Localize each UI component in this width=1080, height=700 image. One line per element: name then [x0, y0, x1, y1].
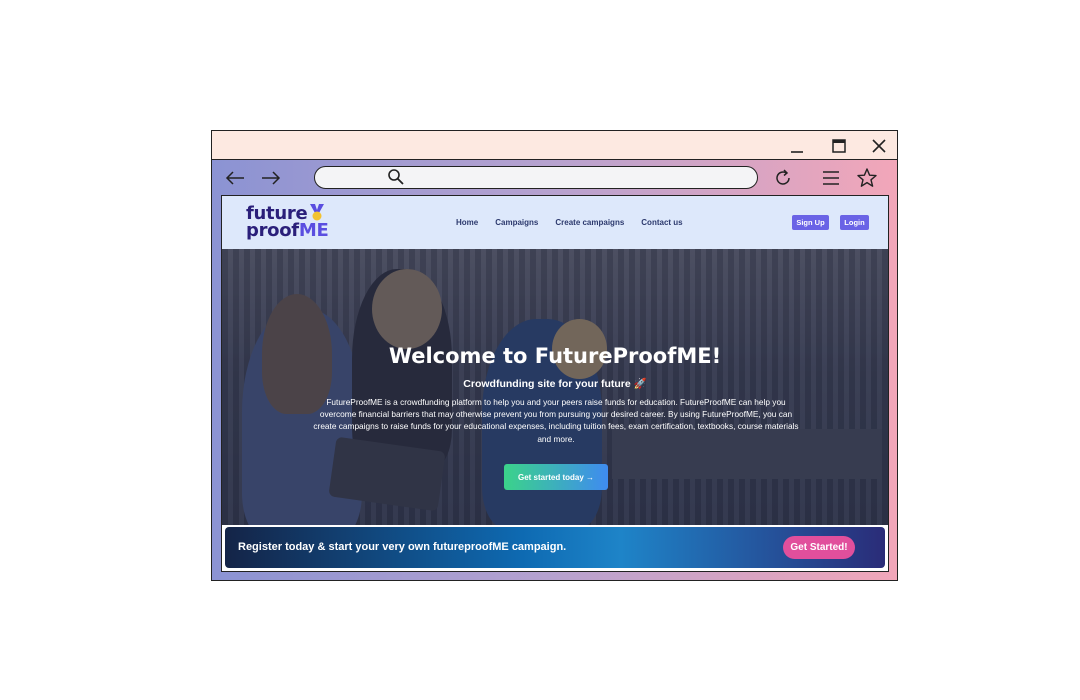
star-icon[interactable] — [854, 165, 880, 191]
arrow-left-icon[interactable] — [222, 165, 248, 191]
banner-message: Register today & start your very own fut… — [238, 541, 567, 553]
nav-campaigns[interactable]: Campaigns — [495, 218, 538, 227]
nav-create-campaigns[interactable]: Create campaigns — [555, 218, 624, 227]
register-banner: Register today & start your very own fut… — [225, 527, 885, 568]
minimize-icon[interactable] — [786, 135, 808, 157]
get-started-today-button[interactable]: Get started today → — [504, 464, 608, 490]
nav-home[interactable]: Home — [456, 218, 478, 227]
reload-icon[interactable] — [770, 165, 796, 191]
maximize-icon[interactable] — [828, 135, 850, 157]
hamburger-menu-icon[interactable] — [818, 165, 844, 191]
nav-contact-us[interactable]: Contact us — [641, 218, 682, 227]
hero-description: FutureProofME is a crowdfunding platform… — [313, 397, 799, 444]
logo-text-proofme: proofME — [246, 220, 329, 241]
hero-title: Welcome to FutureProofME! — [388, 344, 722, 368]
hero-section: Welcome to FutureProofME! Crowdfunding s… — [222, 249, 888, 525]
search-icon — [387, 168, 405, 191]
main-nav: Home Campaigns Create campaigns Contact … — [456, 218, 683, 227]
sign-up-button[interactable]: Sign Up — [792, 215, 829, 230]
site-navbar: future proofME Home Campaigns Create cam… — [222, 196, 888, 249]
login-button[interactable]: Login — [840, 215, 869, 230]
arrow-right-icon[interactable] — [258, 165, 284, 191]
banner-get-started-button[interactable]: Get Started! — [783, 536, 855, 559]
close-icon[interactable] — [868, 135, 890, 157]
page-viewport: future proofME Home Campaigns Create cam… — [221, 195, 889, 572]
address-bar[interactable] — [314, 166, 758, 189]
url-input[interactable] — [411, 169, 741, 186]
browser-toolbar — [212, 161, 897, 195]
browser-window: future proofME Home Campaigns Create cam… — [211, 130, 898, 581]
title-bar — [212, 131, 897, 160]
hero-subtitle: Crowdfunding site for your future 🚀 — [463, 378, 647, 390]
futureproofme-logo[interactable]: future proofME — [246, 203, 336, 243]
